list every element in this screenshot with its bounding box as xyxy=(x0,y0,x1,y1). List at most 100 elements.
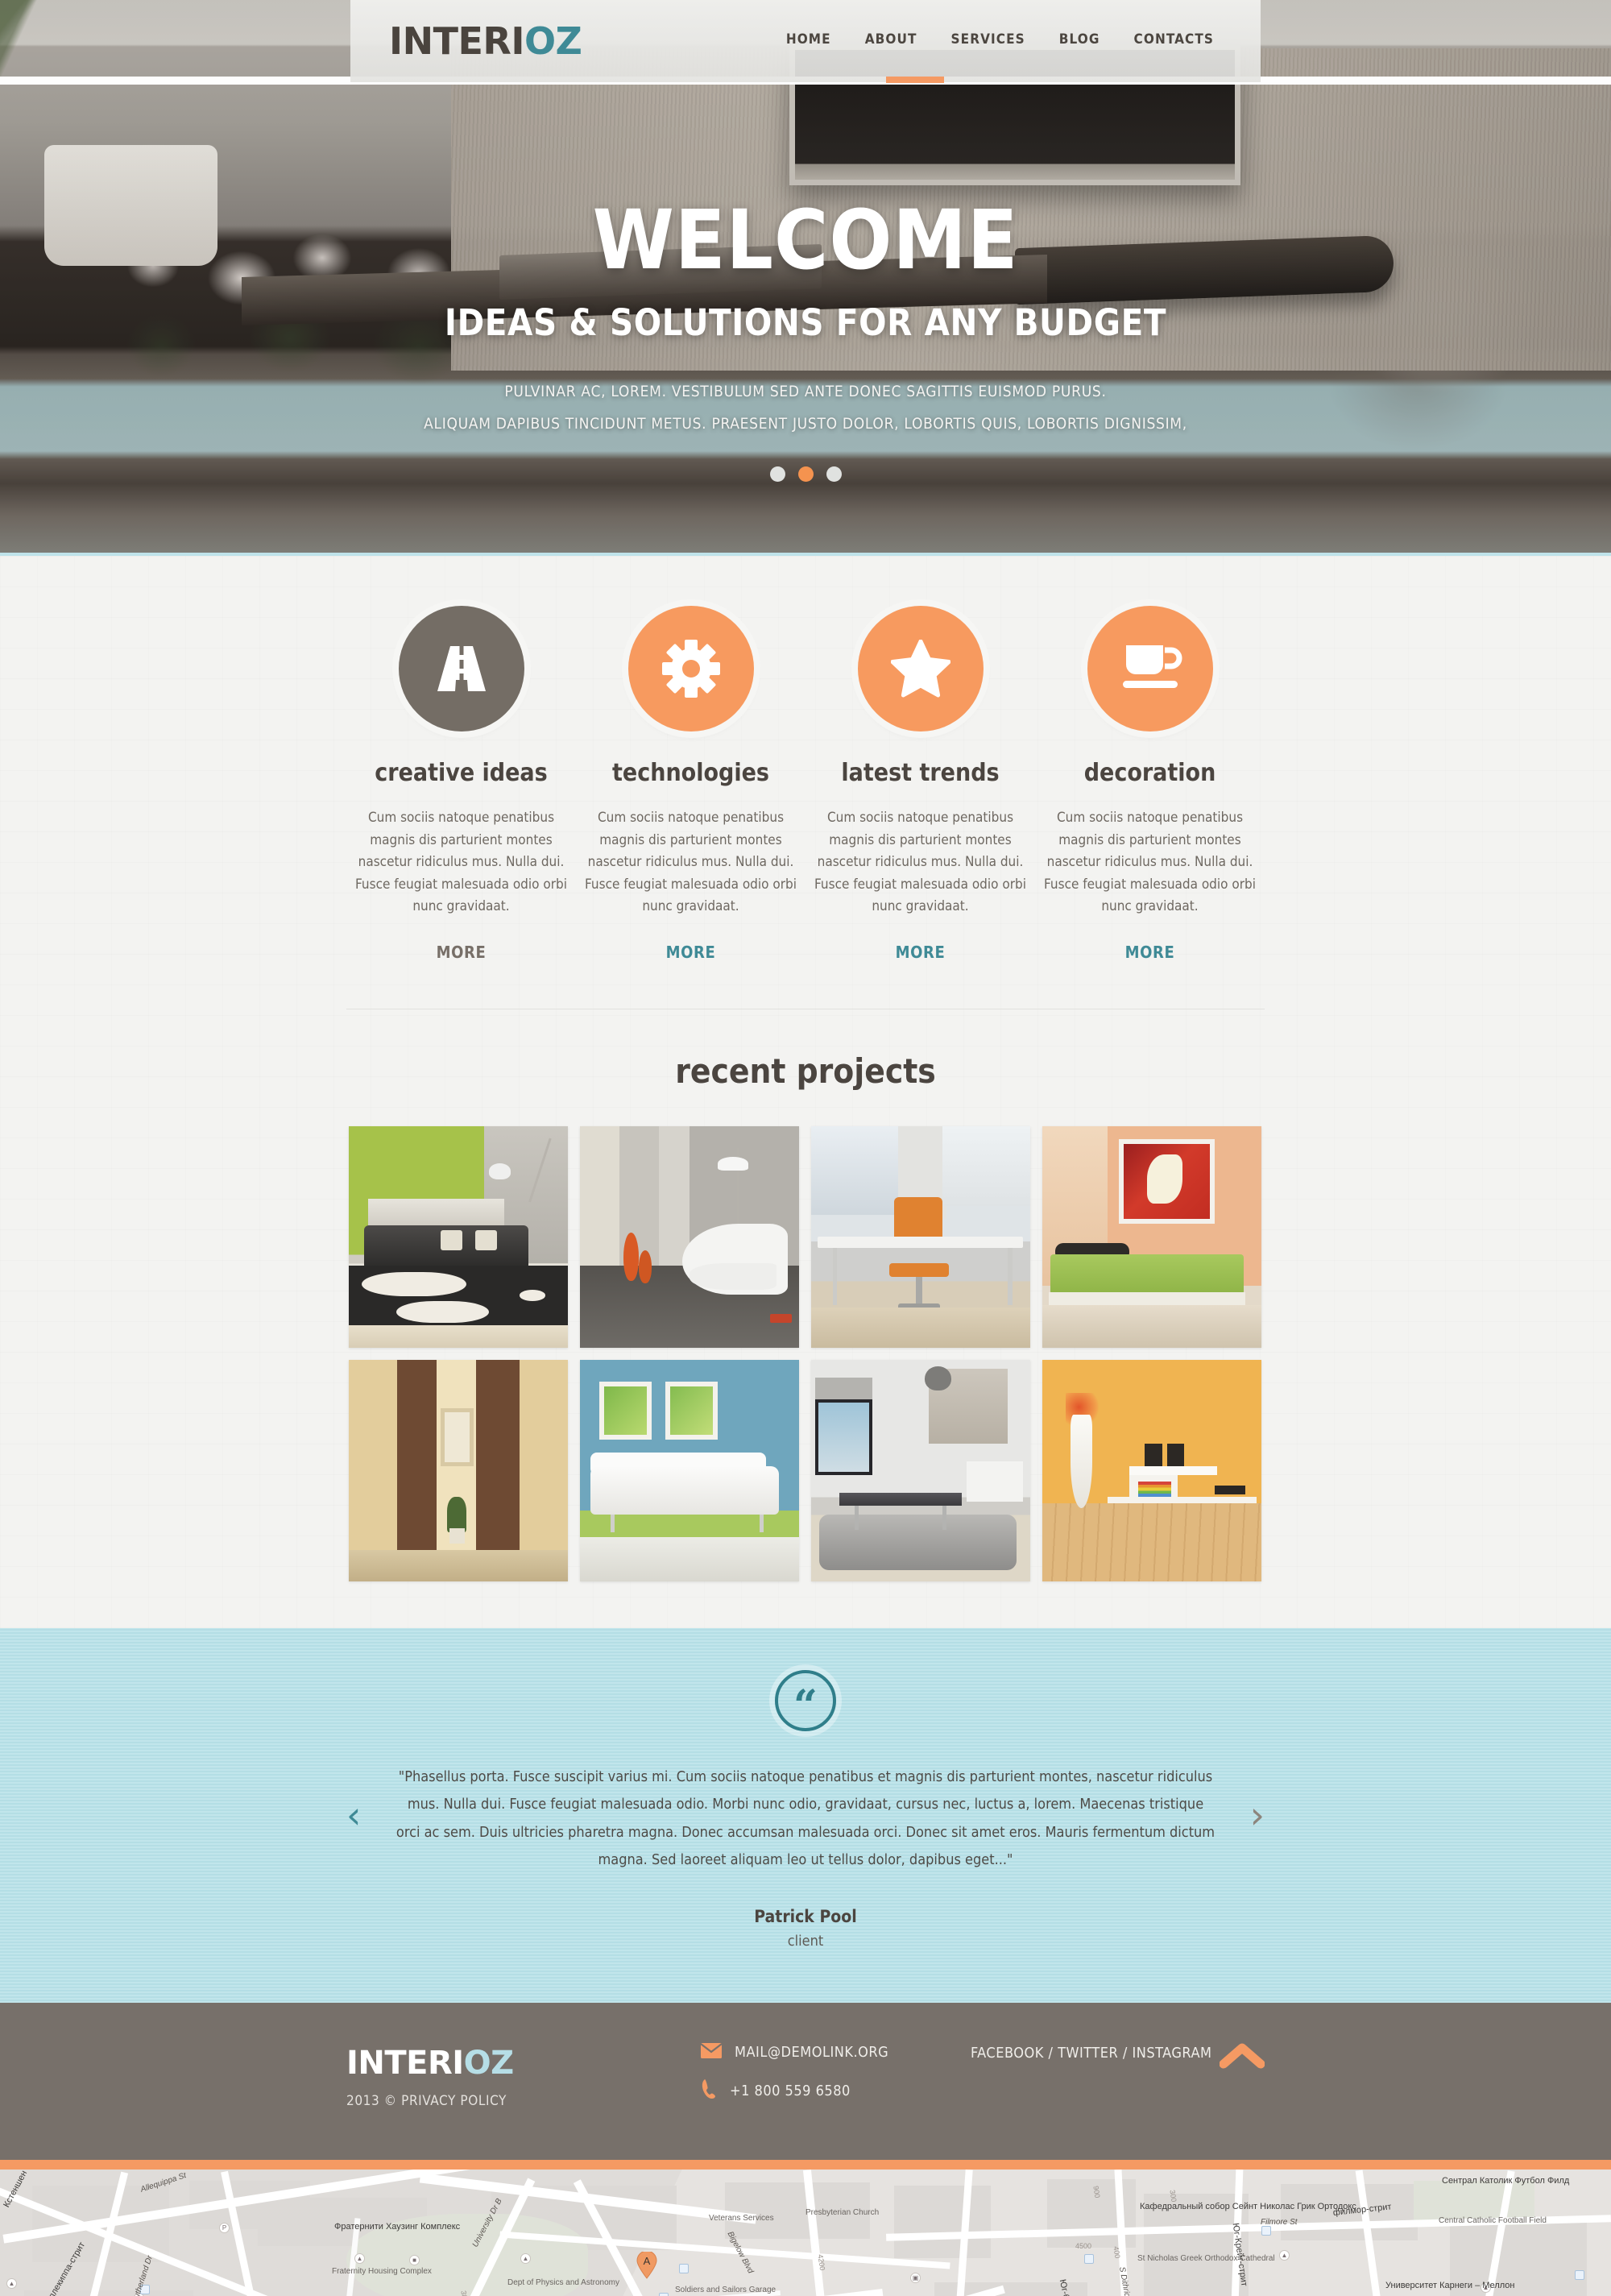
testimonial-slider: ‹ › “ "Phasellus porta. Fusce suscipit v… xyxy=(0,1628,1611,2003)
map-poi-school: ▲ xyxy=(6,2277,17,2289)
road-icon xyxy=(398,606,524,731)
project-thumbnail[interactable] xyxy=(579,1125,799,1348)
feature-title: latest trends xyxy=(841,759,1000,787)
hero-title: WELCOME xyxy=(592,193,1019,288)
feature-title: decoration xyxy=(1083,759,1216,787)
map-label: 300 xyxy=(1168,2189,1178,2203)
map-label: Veterans Services xyxy=(709,2213,774,2223)
nav-item-services[interactable]: SERVICES xyxy=(951,31,1025,51)
testimonial-next-button[interactable]: › xyxy=(1250,1797,1265,1834)
map-marker-label: A xyxy=(644,2255,651,2267)
projects-gallery xyxy=(348,1125,1263,1581)
map-label: Dept of Physics and Astronomy xyxy=(507,2277,619,2287)
feature-title: creative ideas xyxy=(375,759,548,787)
footer-logo-main: INTERI xyxy=(346,2044,464,2082)
map-label: Сентрал Католик Футбол Филд xyxy=(1442,2175,1570,2186)
footer-logo-accent: OZ xyxy=(463,2044,515,2082)
map-poi-building: ■ xyxy=(409,2254,420,2265)
page-root: WELCOME IDEAS & SOLUTIONS FOR ANY BUDGET… xyxy=(0,0,1611,2296)
testimonial-prev-button[interactable]: ‹ xyxy=(346,1797,361,1834)
testimonial-text: "Phasellus porta. Fusce suscipit varius … xyxy=(396,1768,1215,1869)
hero-slider: WELCOME IDEAS & SOLUTIONS FOR ANY BUDGET… xyxy=(0,0,1611,556)
phone-icon xyxy=(701,2078,717,2103)
map-label: Soldiers and Sailors Garage xyxy=(675,2285,777,2294)
chevron-up-icon[interactable] xyxy=(1219,2041,1265,2073)
project-thumbnail[interactable] xyxy=(1042,1125,1261,1348)
features-wrap: creative ideas Cum sociis natoque penati… xyxy=(346,556,1265,962)
mail-icon xyxy=(700,2042,723,2062)
footer-social-links[interactable]: FACEBOOK / TWITTER / INSTAGRAM xyxy=(971,2045,1212,2062)
map-poi-bus-stop xyxy=(1575,2269,1584,2280)
map-label: Presbyterian Church xyxy=(806,2207,880,2217)
project-thumbnail[interactable] xyxy=(1042,1359,1261,1581)
site-logo[interactable]: INTERIOZ xyxy=(389,23,582,60)
site-header: INTERIOZ HOME ABOUT SERVICES BLOG CONTAC… xyxy=(350,0,1261,82)
map-label: Filmore St xyxy=(1261,2217,1298,2227)
feature-body: Cum sociis natoque penatibus magnis dis … xyxy=(355,810,567,915)
hero-paragraph-line-2: ALIQUAM DAPIBUS TINCIDUNT METUS. PRAESEN… xyxy=(424,414,1187,433)
logo-text-accent: OZ xyxy=(524,19,582,63)
footer-email-text: MAIL@DEMOLINK.ORG xyxy=(735,2044,889,2062)
feature-more-link[interactable]: MORE xyxy=(666,943,716,962)
contact-map[interactable]: P ▲ ■ ▲ ▲ ▣ ▣ ▣ ▣ ▲ ▲ ▲ H ▲ КстеншенAlle… xyxy=(0,2169,1611,2296)
slider-dot-1[interactable] xyxy=(769,466,785,482)
gear-icon xyxy=(627,606,754,731)
feature-more-link[interactable]: MORE xyxy=(1125,943,1175,962)
feature-card-technologies: technologies Cum sociis natoque penatibu… xyxy=(576,606,806,962)
hero-paragraph: PULVINAR AC, LOREM. VESTIBULUM SED ANTE … xyxy=(0,376,1611,441)
map-marker-a[interactable]: A xyxy=(636,2250,657,2279)
feature-body: Cum sociis natoque penatibus magnis dis … xyxy=(585,810,797,915)
map-label: Fraternity Housing Complex xyxy=(332,2266,432,2276)
footer-contacts: MAIL@DEMOLINK.ORG +1 800 559 6580 xyxy=(700,2042,889,2120)
map-poi-school: ▲ xyxy=(1279,2249,1290,2261)
site-footer: INTERIOZ 2013 © PRIVACY POLICY MAIL@DEMO… xyxy=(0,2002,1611,2160)
main-content: creative ideas Cum sociis natoque penati… xyxy=(0,556,1611,1628)
project-thumbnail[interactable] xyxy=(579,1359,799,1581)
feature-more-link[interactable]: MORE xyxy=(437,943,487,962)
feature-card-creative-ideas: creative ideas Cum sociis natoque penati… xyxy=(346,606,576,962)
slider-pagination xyxy=(0,466,1611,482)
map-poi-bus-stop xyxy=(679,2263,689,2273)
nav-item-blog[interactable]: BLOG xyxy=(1059,31,1100,51)
hero-bottom-accent-strip xyxy=(0,553,1611,556)
footer-copyright[interactable]: 2013 © PRIVACY POLICY xyxy=(346,2093,507,2109)
map-poi-bus-stop xyxy=(1084,2253,1094,2264)
map-label: Фратернити Хаузинг Комплекс xyxy=(334,2221,461,2232)
hero-subtitle: IDEAS & SOLUTIONS FOR ANY BUDGET xyxy=(444,301,1167,344)
map-poi-landmark: ▣ xyxy=(910,2272,921,2283)
feature-card-latest-trends: latest trends Cum sociis natoque penatib… xyxy=(806,606,1035,962)
slider-dot-2[interactable] xyxy=(797,466,814,482)
nav-item-about[interactable]: ABOUT xyxy=(865,31,917,51)
testimonial-role: client xyxy=(787,1932,824,1950)
star-icon xyxy=(857,606,984,731)
project-thumbnail[interactable] xyxy=(348,1125,568,1348)
map-label: Central Catholic Football Field xyxy=(1439,2215,1547,2225)
project-thumbnail[interactable] xyxy=(348,1359,568,1581)
page-title-recent-projects: recent projects xyxy=(675,1051,936,1091)
map-label: Кафедральный собор Сейнт Николас Грик Ор… xyxy=(1140,2201,1356,2211)
feature-title: technologies xyxy=(612,759,769,787)
feature-body: Cum sociis natoque penatibus magnis dis … xyxy=(814,810,1026,915)
coffee-cup-icon xyxy=(1087,606,1213,731)
footer-accent-rule xyxy=(0,2159,1611,2170)
feature-card-decoration: decoration Cum sociis natoque penatibus … xyxy=(1035,606,1265,962)
footer-logo[interactable]: INTERIOZ xyxy=(346,2045,514,2082)
nav-item-home[interactable]: HOME xyxy=(786,31,831,51)
footer-phone-row[interactable]: +1 800 559 6580 xyxy=(701,2078,888,2103)
project-thumbnail[interactable] xyxy=(810,1359,1030,1581)
footer-phone-text: +1 800 559 6580 xyxy=(730,2082,851,2099)
nav-item-contacts[interactable]: CONTACTS xyxy=(1134,31,1214,51)
map-poi-bus-stop xyxy=(659,2292,669,2296)
map-label: Университет Карнеги – Меллон xyxy=(1385,2280,1515,2290)
footer-email-row[interactable]: MAIL@DEMOLINK.ORG xyxy=(700,2042,889,2062)
nav-active-underline xyxy=(886,77,944,83)
features-row: creative ideas Cum sociis natoque penati… xyxy=(346,556,1265,962)
logo-text-main: INTERI xyxy=(389,19,524,63)
quote-icon: “ xyxy=(775,1669,836,1731)
hero-paragraph-line-1: PULVINAR AC, LOREM. VESTIBULUM SED ANTE … xyxy=(504,383,1107,400)
map-label: 4500 xyxy=(1075,2241,1092,2250)
feature-more-link[interactable]: MORE xyxy=(896,943,946,962)
testimonial-author: Patrick Pool xyxy=(754,1906,857,1926)
slider-dot-3[interactable] xyxy=(826,466,842,482)
project-thumbnail[interactable] xyxy=(810,1125,1030,1348)
